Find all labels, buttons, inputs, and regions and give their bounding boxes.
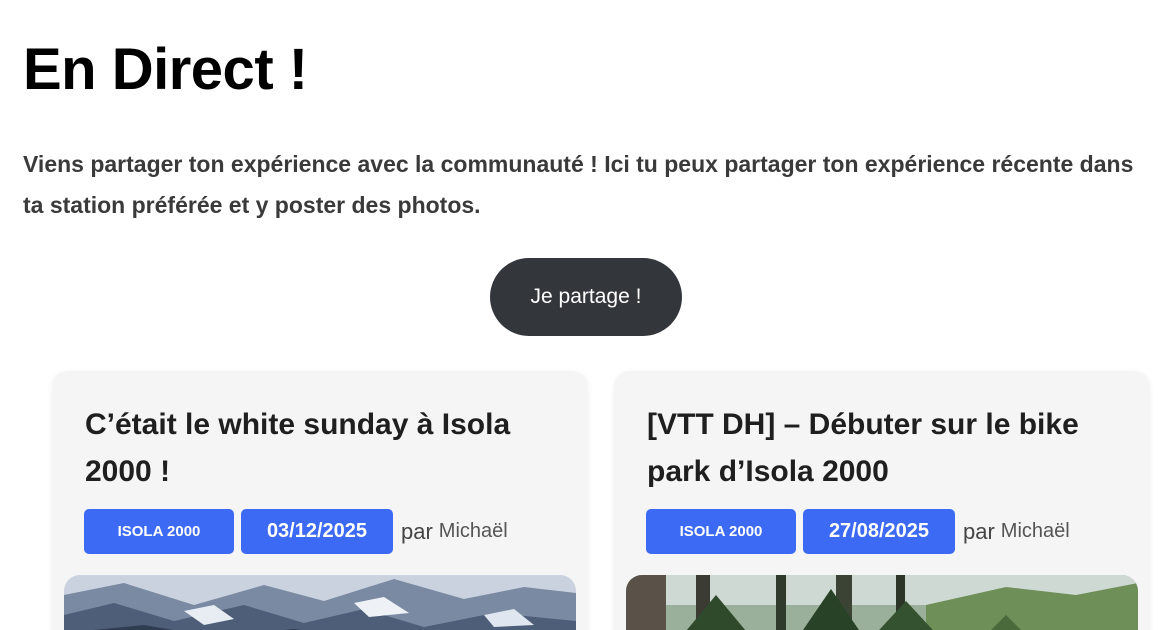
page-title: En Direct ! bbox=[23, 37, 308, 102]
post-thumbnail[interactable] bbox=[626, 575, 1138, 630]
author-name[interactable]: Michaël bbox=[439, 520, 508, 543]
category-badge[interactable]: ISOLA 2000 bbox=[646, 509, 796, 554]
intro-text: Viens partager ton expérience avec la co… bbox=[23, 151, 1134, 218]
post-title[interactable]: C’était le white sunday à Isola 2000 ! bbox=[85, 401, 565, 495]
post-meta: ISOLA 2000 27/08/2025 par Michaël bbox=[646, 509, 1070, 554]
date-badge: 27/08/2025 bbox=[803, 509, 955, 554]
post-thumbnail[interactable] bbox=[64, 575, 576, 630]
snowy-mountain-image bbox=[64, 575, 576, 630]
by-label: par bbox=[963, 518, 995, 544]
post-card[interactable]: [VTT DH] – Débuter sur le bike park d’Is… bbox=[614, 371, 1150, 630]
share-button[interactable]: Je partage ! bbox=[490, 258, 682, 336]
forest-image bbox=[626, 575, 1138, 630]
author-name[interactable]: Michaël bbox=[1001, 520, 1070, 543]
post-meta: ISOLA 2000 03/12/2025 par Michaël bbox=[84, 509, 508, 554]
date-badge: 03/12/2025 bbox=[241, 509, 393, 554]
post-title[interactable]: [VTT DH] – Débuter sur le bike park d’Is… bbox=[647, 401, 1127, 495]
category-badge[interactable]: ISOLA 2000 bbox=[84, 509, 234, 554]
post-card[interactable]: C’était le white sunday à Isola 2000 ! I… bbox=[52, 371, 588, 630]
by-label: par bbox=[401, 518, 433, 544]
